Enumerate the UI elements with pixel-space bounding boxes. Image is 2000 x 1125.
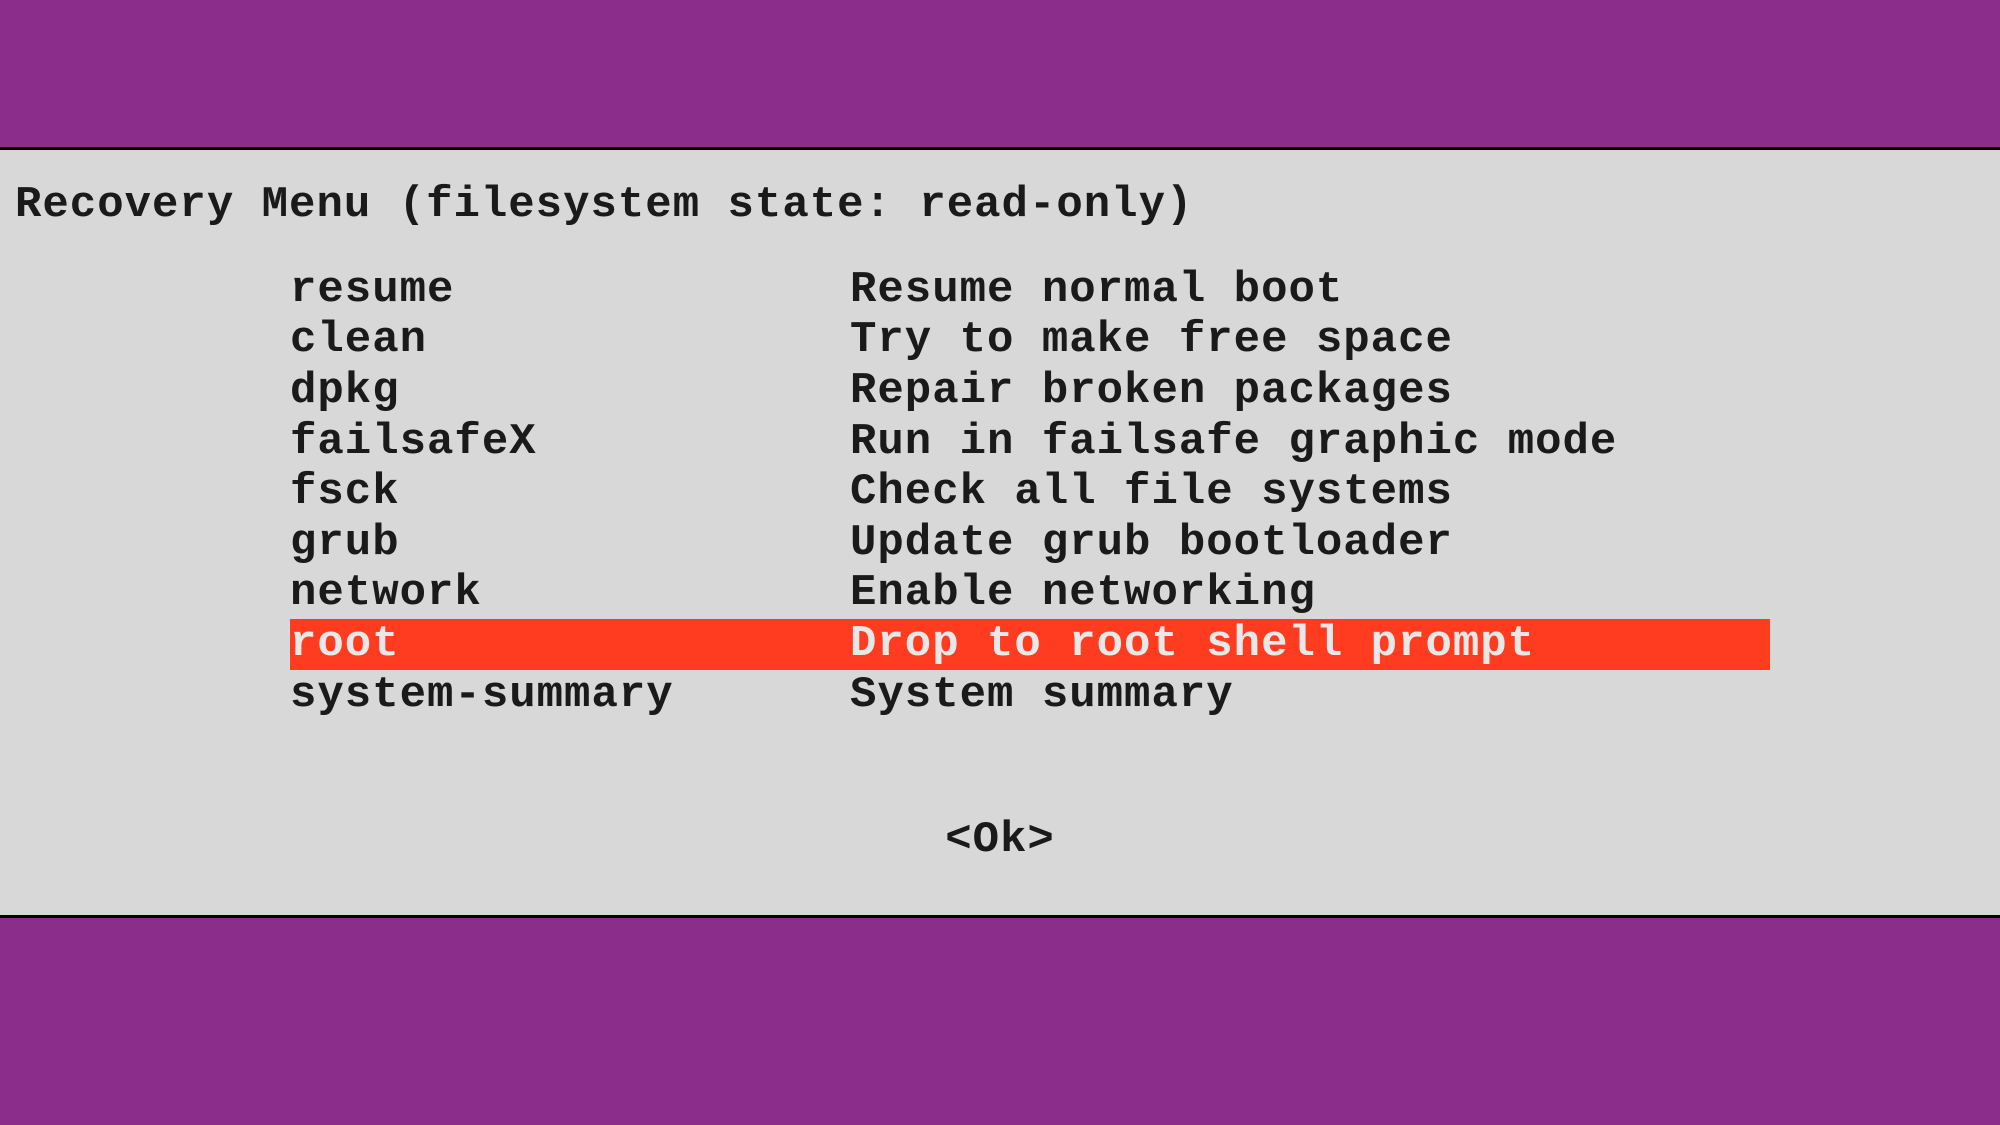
- menu-desc: System summary: [850, 670, 2000, 721]
- menu-desc: Repair broken packages: [850, 366, 2000, 417]
- ok-button[interactable]: <Ok>: [0, 815, 2000, 865]
- menu-key: system-summary: [290, 670, 850, 721]
- recovery-menu-dialog: Recovery Menu (filesystem state: read-on…: [0, 147, 2000, 918]
- menu-key: clean: [290, 315, 850, 366]
- menu-key: dpkg: [290, 366, 850, 417]
- menu-desc: Check all file systems: [850, 467, 2000, 518]
- menu-item-grub[interactable]: grub Update grub bootloader: [290, 518, 2000, 569]
- menu-item-resume[interactable]: resume Resume normal boot: [290, 265, 2000, 316]
- menu-item-system-summary[interactable]: system-summary System summary: [290, 670, 2000, 721]
- menu-desc: Run in failsafe graphic mode: [850, 417, 2000, 468]
- menu-item-clean[interactable]: clean Try to make free space: [290, 315, 2000, 366]
- menu-key: root: [290, 619, 850, 670]
- menu-desc: Enable networking: [850, 568, 2000, 619]
- menu-item-root[interactable]: root Drop to root shell prompt: [290, 619, 1770, 670]
- menu-key: fsck: [290, 467, 850, 518]
- menu-item-failsafex[interactable]: failsafeX Run in failsafe graphic mode: [290, 417, 2000, 468]
- menu-key: resume: [290, 265, 850, 316]
- dialog-title: Recovery Menu (filesystem state: read-on…: [0, 180, 2000, 230]
- menu-key: grub: [290, 518, 850, 569]
- menu-key: network: [290, 568, 850, 619]
- menu-key: failsafeX: [290, 417, 850, 468]
- menu-item-network[interactable]: network Enable networking: [290, 568, 2000, 619]
- menu-list: resume Resume normal boot clean Try to m…: [0, 265, 2000, 720]
- menu-desc: Drop to root shell prompt: [850, 619, 1770, 670]
- menu-item-dpkg[interactable]: dpkg Repair broken packages: [290, 366, 2000, 417]
- menu-desc: Resume normal boot: [850, 265, 2000, 316]
- menu-desc: Update grub bootloader: [850, 518, 2000, 569]
- menu-item-fsck[interactable]: fsck Check all file systems: [290, 467, 2000, 518]
- menu-desc: Try to make free space: [850, 315, 2000, 366]
